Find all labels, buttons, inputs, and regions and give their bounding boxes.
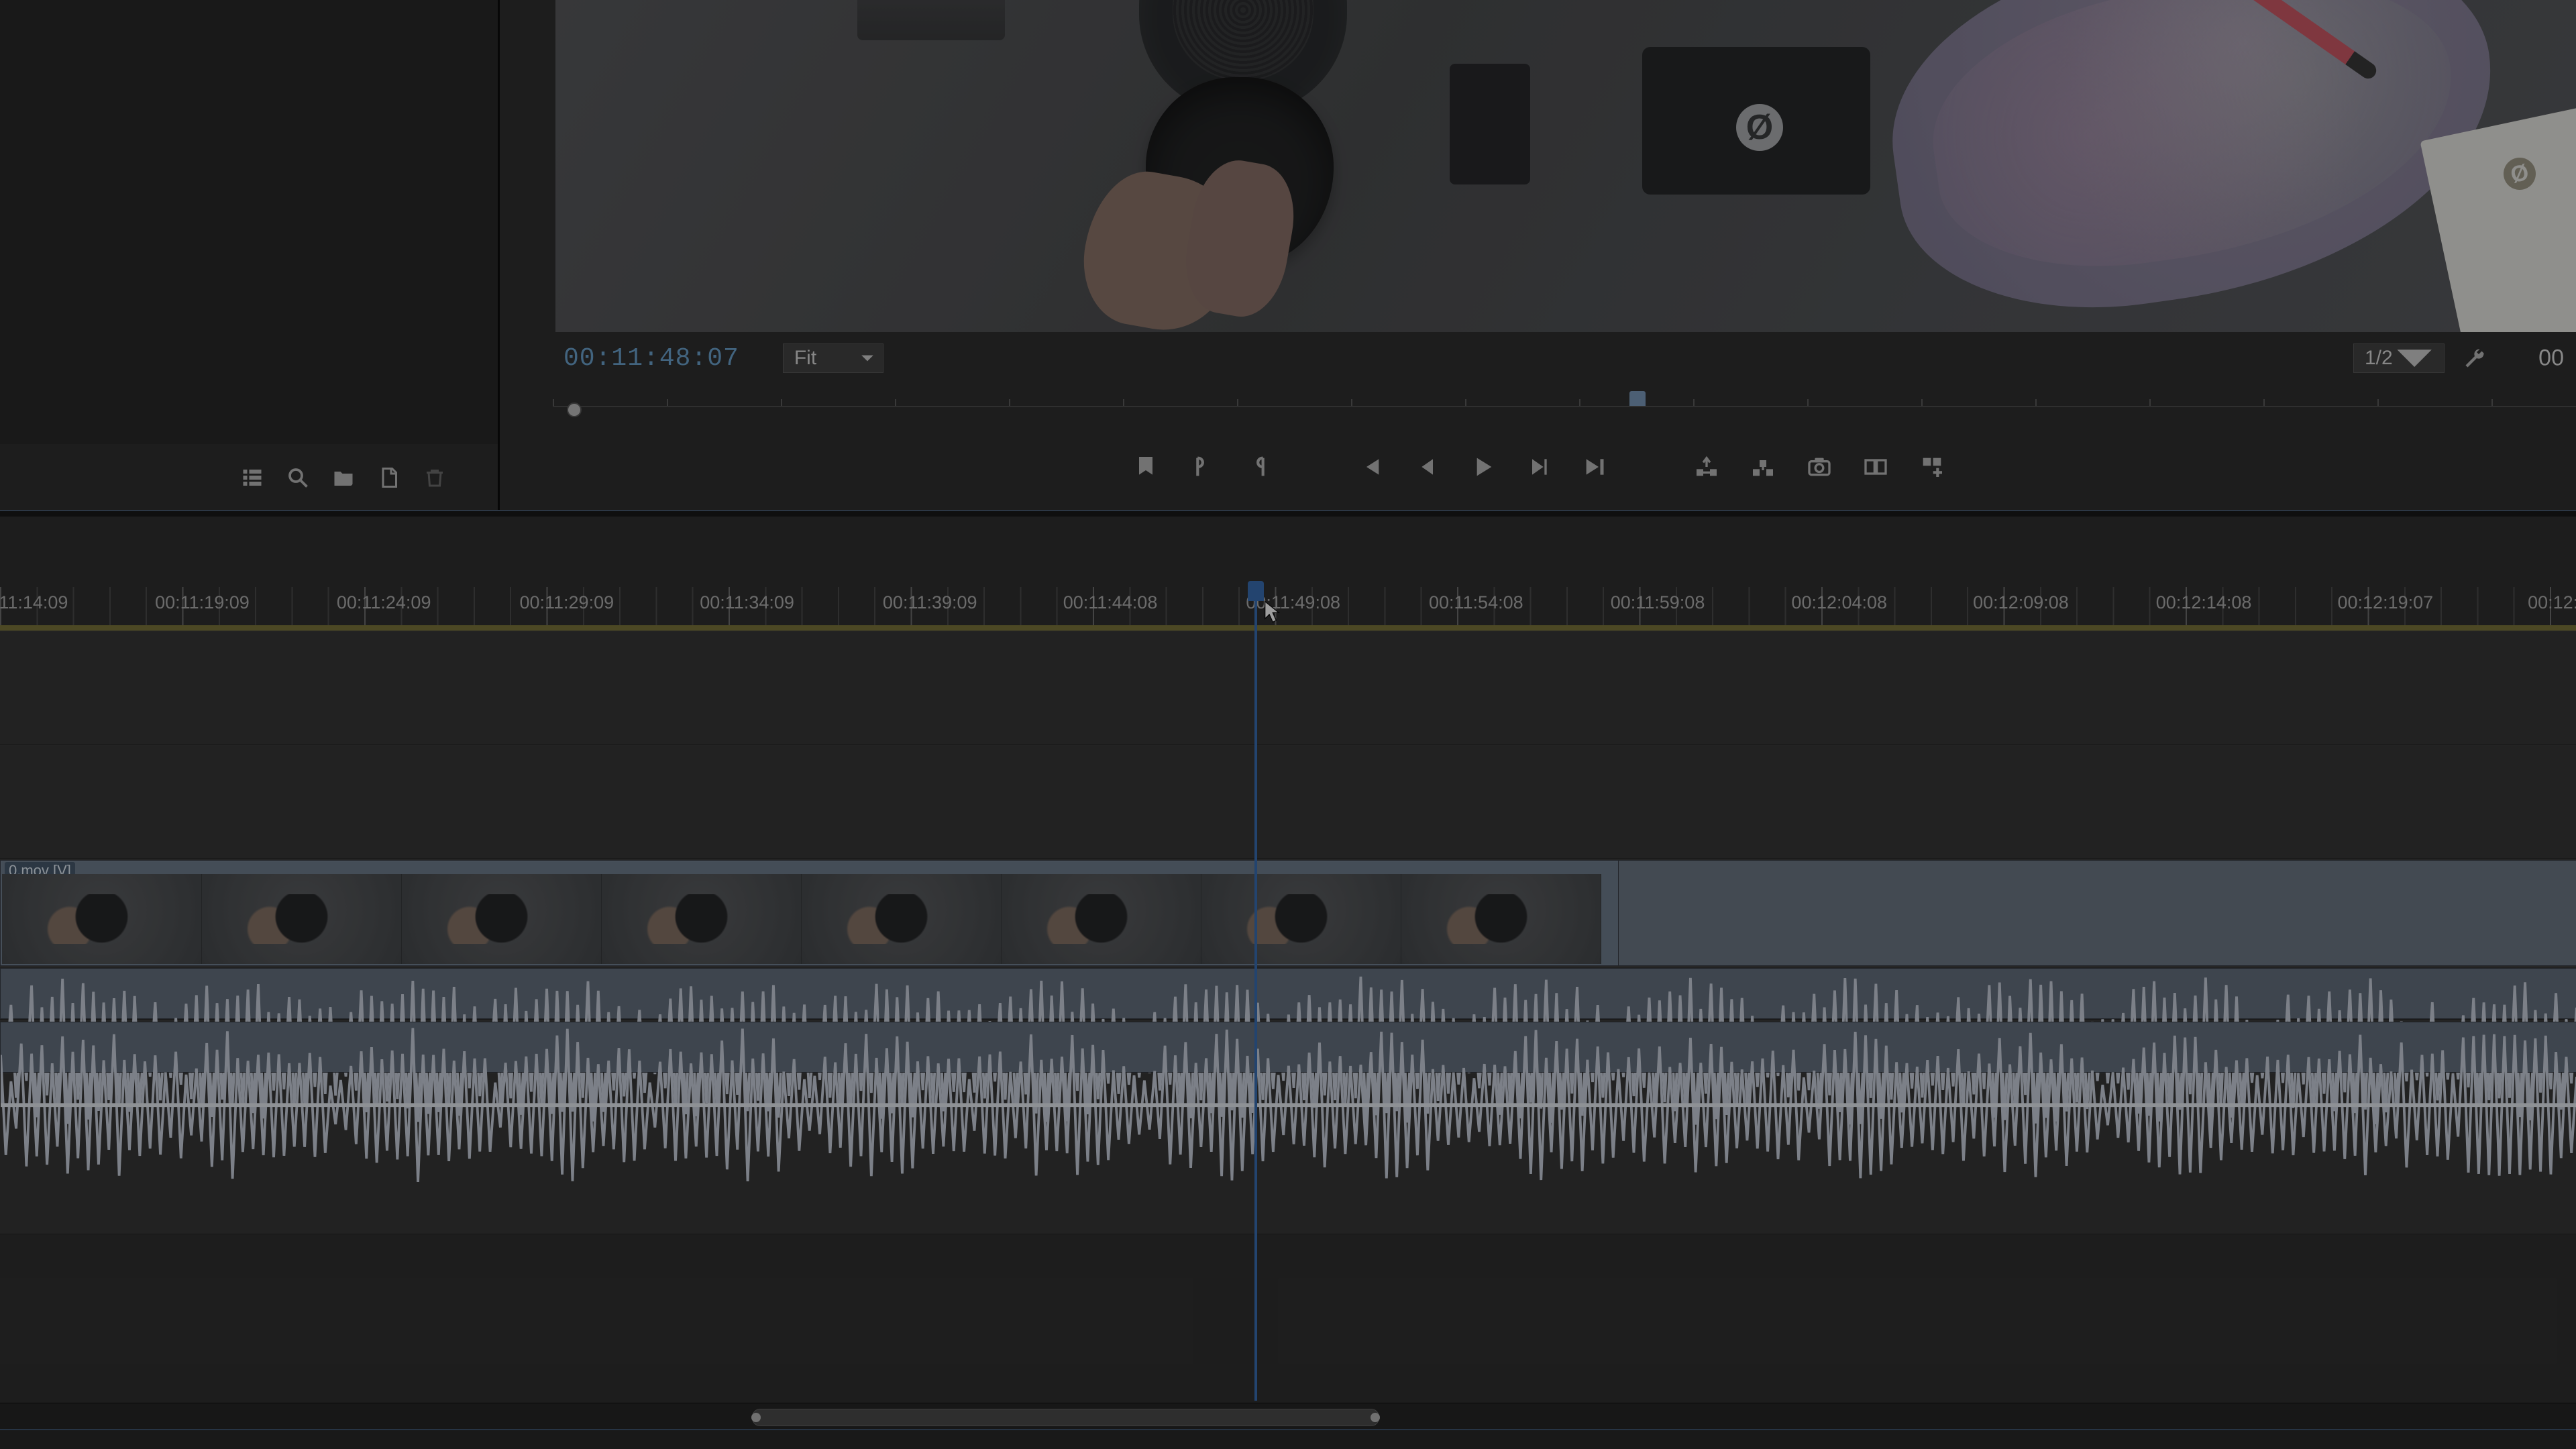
- clip-thumbnail: [802, 874, 1002, 964]
- new-bin-icon[interactable]: [329, 464, 358, 492]
- scrub-track: [553, 406, 2576, 407]
- track-v2[interactable]: [0, 745, 2576, 859]
- scrub-start-handle[interactable]: [567, 402, 582, 417]
- chevron-down-icon: [2393, 337, 2436, 380]
- program-scrub-bar[interactable]: [553, 391, 2576, 422]
- ruler-label: 11:14:09: [0, 592, 68, 613]
- transport-controls: [502, 437, 2576, 496]
- clip-thumbnail: [1401, 874, 1601, 964]
- timeline-panel: 11:14:09 00:11:19:09 00:11:24:09 00:11:29:0…: [0, 517, 2576, 1449]
- ruler-label: 00:12:04:08: [1791, 592, 1887, 613]
- ruler-label: 00:12:09:08: [1973, 592, 2069, 613]
- ruler-label: 00:11:34:09: [700, 592, 794, 613]
- ruler-work-area[interactable]: [0, 625, 2576, 631]
- video-clip-2[interactable]: [1618, 860, 2576, 966]
- timeline-zoom-scrollbar[interactable]: [0, 1403, 2576, 1430]
- video-clip-1-thumbs: [2, 874, 1617, 964]
- step-forward-button[interactable]: [1525, 453, 1553, 481]
- settings-wrench-icon[interactable]: [2461, 344, 2489, 372]
- zoom-handle-left[interactable]: [751, 1413, 761, 1422]
- ruler-label: 00:12:14:08: [2156, 592, 2252, 613]
- ruler-label: 00:11:39:09: [883, 592, 977, 613]
- ruler-label: 00:12:19:07: [2338, 592, 2434, 613]
- project-panel: [0, 0, 500, 511]
- mark-in-button[interactable]: [1188, 453, 1216, 481]
- zoom-level-dropdown[interactable]: Fit: [783, 343, 883, 373]
- export-frame-button[interactable]: [1805, 453, 1833, 481]
- program-monitor-video[interactable]: Ø Ø: [555, 0, 2576, 332]
- mark-out-button[interactable]: [1244, 453, 1273, 481]
- new-item-icon[interactable]: [375, 464, 403, 492]
- project-panel-body[interactable]: [0, 0, 498, 444]
- zoom-level-label: Fit: [794, 347, 816, 370]
- lift-button[interactable]: [1693, 453, 1721, 481]
- playback-resolution-label: 1/2: [2365, 347, 2393, 370]
- clip-thumbnail: [2, 874, 202, 964]
- ruler-label: 00:11:19:09: [155, 592, 250, 613]
- frame-object-paper: [2420, 105, 2576, 332]
- playback-resolution-dropdown[interactable]: 1/2: [2353, 343, 2445, 373]
- video-clip-1[interactable]: 0.mov [V]: [0, 860, 1619, 966]
- zoom-scrollbar-thumb[interactable]: [752, 1409, 1379, 1426]
- clip-thumbnail: [602, 874, 802, 964]
- ruler-label: 00:11:54:08: [1429, 592, 1523, 613]
- scrub-playhead[interactable]: [1629, 391, 1646, 406]
- chevron-down-icon: [860, 351, 875, 366]
- program-monitor: Ø Ø 00:11:48:07 Fit 1/2 00: [502, 0, 2576, 511]
- program-timecode[interactable]: 00:11:48:07: [502, 344, 739, 373]
- ruler-label: 00:11:44:08: [1063, 592, 1158, 613]
- clip-thumbnail: [1002, 874, 1201, 964]
- time-ruler[interactable]: 11:14:09 00:11:19:09 00:11:24:09 00:11:29:0…: [0, 587, 2576, 627]
- frame-object-arm-right: [1870, 0, 2517, 332]
- clip-thumbnail: [1201, 874, 1401, 964]
- project-panel-toolbar: [0, 444, 498, 511]
- timeline-footer: [0, 1429, 2576, 1449]
- track-v3[interactable]: [0, 631, 2576, 745]
- program-monitor-bar: 00:11:48:07 Fit 1/2 00: [502, 332, 2576, 384]
- tracks-container: 0.mov [V]: [0, 631, 2576, 1402]
- goto-out-button[interactable]: [1581, 453, 1609, 481]
- button-editor-button[interactable]: [1918, 453, 1946, 481]
- audio-clip-2[interactable]: [0, 1022, 2576, 1073]
- play-button[interactable]: [1468, 453, 1497, 481]
- frame-object-hand-left: [1073, 163, 1246, 332]
- audio-clip-1[interactable]: [0, 968, 2576, 1019]
- frame-object-camera: [857, 0, 1005, 40]
- comparison-view-button[interactable]: [1862, 453, 1890, 481]
- ruler-label: 00:11:29:09: [519, 592, 614, 613]
- goto-in-button[interactable]: [1356, 453, 1384, 481]
- audio-waveform-2: [1, 1028, 2576, 1182]
- duration-timecode-fragment[interactable]: 00: [2538, 345, 2564, 372]
- extract-button[interactable]: [1749, 453, 1777, 481]
- ruler-label: 00:11:59:08: [1611, 592, 1705, 613]
- ruler-label: 00:12:2: [2528, 592, 2576, 613]
- ruler-label: 00:11:24:09: [337, 592, 431, 613]
- step-back-button[interactable]: [1412, 453, 1440, 481]
- playhead-line[interactable]: [1254, 589, 1257, 1401]
- mouse-cursor-icon: [1263, 600, 1281, 624]
- clip-thumbnail: [202, 874, 402, 964]
- clear-icon[interactable]: [421, 464, 449, 492]
- clip-thumbnail: [402, 874, 602, 964]
- search-icon[interactable]: [284, 464, 312, 492]
- list-view-icon[interactable]: [238, 464, 266, 492]
- frame-pouch-logo: Ø: [1736, 104, 1783, 151]
- frame-object-battery: [1450, 64, 1530, 184]
- zoom-handle-right[interactable]: [1371, 1413, 1380, 1422]
- add-marker-button[interactable]: [1132, 453, 1160, 481]
